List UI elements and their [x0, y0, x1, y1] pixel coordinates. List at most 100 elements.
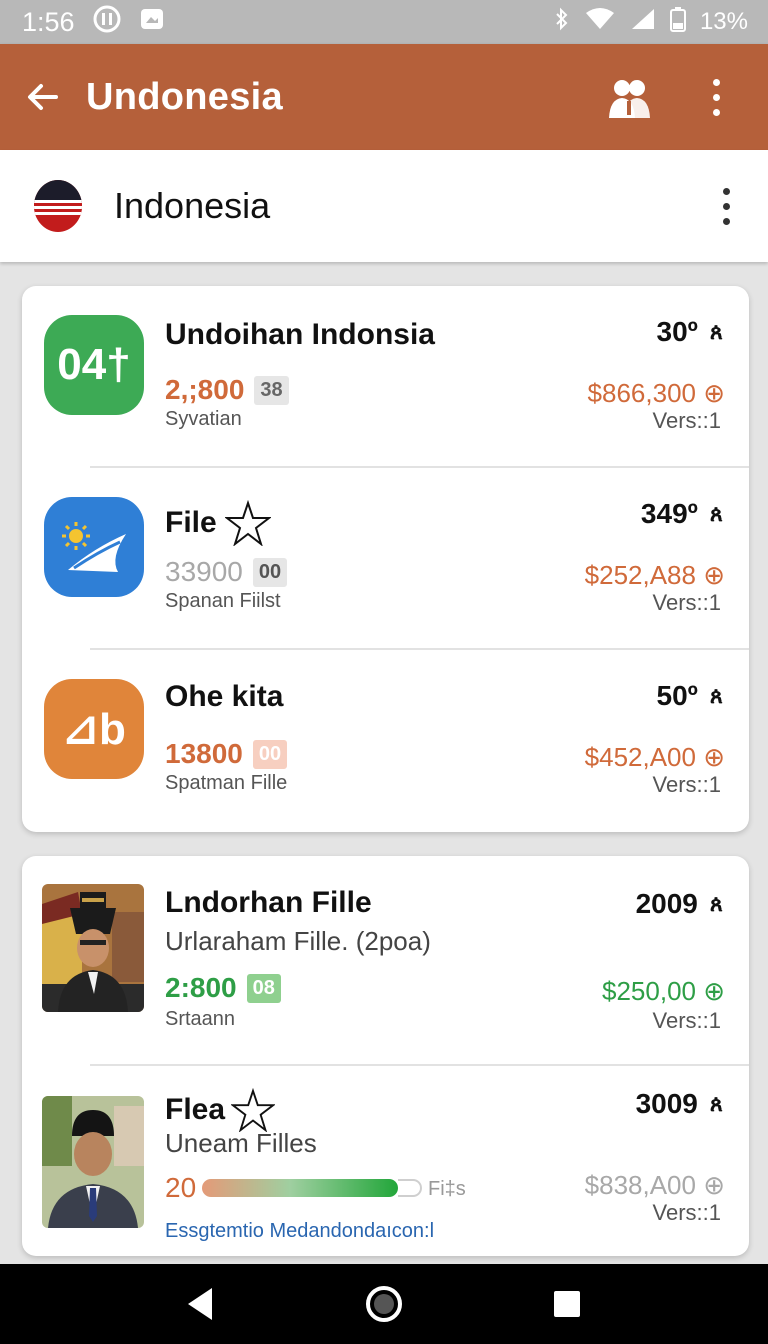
item-title-text: Flea [165, 1093, 226, 1126]
item-price: $452,A00 ⊕ [584, 742, 725, 772]
item-price: $866,300 ⊕ [587, 378, 725, 408]
item-value: 20 [165, 1172, 197, 1203]
item-value: 2,;800 38 [165, 374, 289, 406]
people-list-card: Lndorhan Fille Urlaraham Fille. (2poa) 2… [22, 856, 749, 1256]
back-button[interactable] [0, 44, 86, 150]
item-temp: 3009 ጰ [636, 1088, 723, 1120]
avatar [42, 1096, 144, 1228]
app-list-card: 04† Undoihan Indonsia 2,;800 38 Syvatian… [22, 286, 749, 832]
people-button[interactable] [594, 44, 664, 150]
more-vertical-icon [712, 78, 720, 116]
item-value-text: 2,;800 [165, 374, 245, 405]
recents-square-icon [553, 1291, 580, 1317]
item-chip: 00 [252, 739, 288, 769]
item-title: Ohe kita [165, 680, 284, 713]
progress-label: Fi‡s [428, 1178, 466, 1200]
item-label: Spatman Fille [165, 772, 288, 794]
app-title: Undonesia [86, 75, 283, 118]
item-chip: 00 [252, 557, 288, 587]
item-temp: 2009 ጰ [636, 888, 723, 920]
item-title: Undoihan Indonsia [165, 318, 435, 351]
pin-icon: ጰ [709, 501, 723, 526]
item-subtitle: Uneam Filles [165, 1128, 317, 1158]
status-bar: 1:56 13% [0, 0, 768, 44]
pin-icon: ጰ [709, 319, 723, 344]
item-price: $252,A88 ⊕ [584, 560, 725, 590]
list-item[interactable]: 04† Undoihan Indonsia 2,;800 38 Syvatian… [22, 286, 749, 468]
item-title: Lndorhan Fille [165, 886, 372, 919]
item-temp-text: 50º [656, 680, 698, 711]
item-temp-text: 2009 [635, 888, 698, 919]
item-value-text: 2:800 [165, 972, 237, 1003]
item-chip: 38 [254, 375, 289, 405]
item-temp-text: 349º [640, 498, 698, 529]
item-version: Vers::1 [652, 408, 721, 433]
app-icon [44, 497, 144, 597]
pin-icon: ጰ [709, 1091, 723, 1116]
signal-icon [630, 7, 656, 38]
item-note[interactable]: Essgtemtio Medandondaıcon:l [165, 1220, 434, 1243]
avatar [42, 884, 144, 1012]
bluetooth-icon [554, 7, 570, 38]
item-label: Syvatian [165, 408, 242, 430]
sun-wave-icon [62, 522, 126, 572]
item-value: 13800 00 [165, 738, 288, 770]
back-triangle-icon [188, 1288, 213, 1320]
item-title-text: File [165, 506, 217, 539]
star-outline-icon [224, 500, 271, 546]
list-item[interactable]: Lndorhan Fille Urlaraham Fille. (2poa) 2… [22, 856, 749, 1066]
status-time: 1:56 [22, 6, 75, 37]
progress-bar [202, 1179, 398, 1197]
wifi-icon [584, 7, 616, 38]
list-item[interactable]: Flea Uneam Filles 20 Fi‡s Essgtemtio Med… [22, 1066, 749, 1256]
nav-recents-button[interactable] [542, 1279, 592, 1329]
nav-home-button[interactable] [359, 1279, 409, 1329]
pin-icon: ጰ [709, 683, 723, 708]
item-temp: 50º ጰ [657, 680, 724, 712]
arrow-left-icon [28, 84, 58, 110]
item-value: 33900 00 [165, 556, 288, 588]
item-label: Spanan Fiilst [165, 590, 281, 612]
item-value-text: 13800 [165, 738, 243, 769]
more-vertical-icon [722, 187, 730, 225]
item-price: $838,A00 ⊕ [584, 1170, 725, 1200]
system-nav-bar [0, 1264, 768, 1344]
item-temp-text: 3009 [635, 1088, 698, 1119]
image-icon [139, 6, 165, 39]
item-price: $250,00 ⊕ [602, 976, 725, 1006]
item-temp-text: 30º [656, 316, 698, 347]
item-temp: 30º ጰ [657, 316, 724, 348]
app-bar: Undonesia [0, 44, 768, 150]
record-icon [93, 5, 121, 40]
app-icon: 04† [44, 315, 144, 415]
item-version: Vers::1 [652, 1008, 721, 1033]
item-version: Vers::1 [652, 590, 721, 615]
battery-percent: 13% [699, 8, 748, 35]
item-subtitle: Urlaraham Fille. (2poa) [165, 926, 431, 956]
item-value-text: 33900 [165, 556, 243, 587]
list-item[interactable]: File 33900 00 Spanan Fiilst 349º ጰ $252,… [22, 468, 749, 650]
battery-icon [669, 6, 686, 39]
item-title: File [165, 500, 271, 546]
star-outline-icon [231, 1088, 276, 1132]
country-name: Indonesia [114, 185, 271, 226]
item-chip: 08 [246, 973, 281, 1003]
app-icon: ⊿b [44, 679, 144, 779]
item-version: Vers::1 [652, 1200, 721, 1225]
list-item[interactable]: ⊿b Ohe kita 13800 00 Spatman Fille 50º ጰ… [22, 650, 749, 832]
country-header[interactable]: Indonesia [0, 150, 768, 262]
progress-track [398, 1179, 422, 1197]
flag-icon [34, 180, 82, 232]
app-icon-glyph: 04† [57, 340, 131, 389]
app-icon-glyph: ⊿b [62, 704, 126, 754]
country-more-button[interactable] [684, 187, 768, 225]
more-options-button[interactable] [664, 44, 768, 150]
pin-icon: ጰ [709, 891, 723, 916]
people-icon [609, 80, 650, 118]
item-label: Srtaann [165, 1008, 236, 1030]
item-value: 2:800 08 [165, 972, 281, 1004]
home-circle-icon [365, 1286, 402, 1322]
item-temp: 349º ጰ [641, 498, 723, 530]
nav-back-button[interactable] [176, 1279, 226, 1329]
item-title: Flea [165, 1088, 276, 1132]
